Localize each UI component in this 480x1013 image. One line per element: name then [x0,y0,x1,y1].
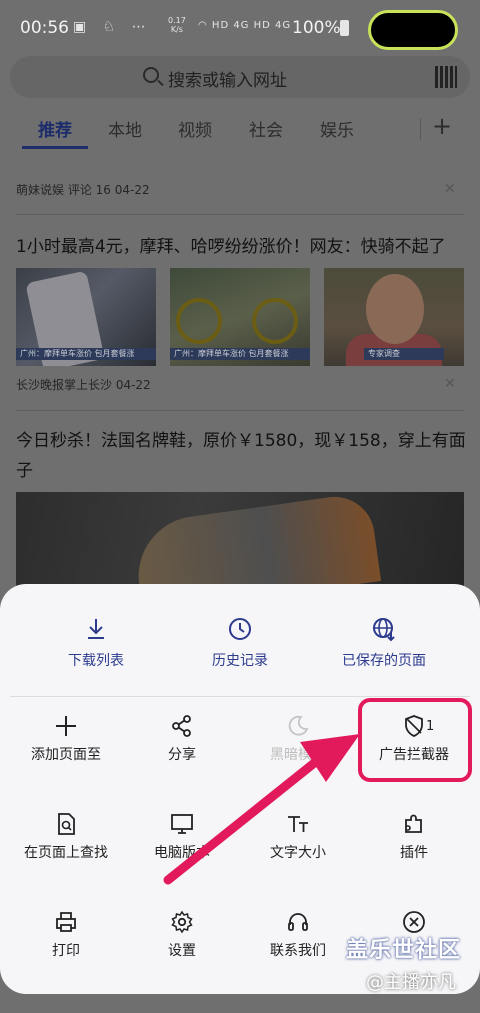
menu-divider [10,696,470,697]
contact-us-button[interactable]: 联系我们 [238,910,358,980]
moon-icon [288,715,309,736]
tab-recommend[interactable]: 推荐 [38,116,72,141]
battery-icon [340,20,349,36]
text-size-button[interactable]: 文字大小 [238,812,358,882]
tab-society[interactable]: 社会 [249,116,283,141]
status-time: 00:56 [20,18,69,38]
watermark-community: 盖乐世社区 [346,938,462,963]
history-clock-icon [229,618,251,640]
news-thumbnail[interactable]: 广州：摩拜单车涨价 包月套餐涨 [170,268,310,366]
news-thumbnail[interactable]: 专家调查 [324,268,464,366]
active-tab-indicator [22,146,88,149]
search-placeholder: 搜索或输入网址 [168,71,287,91]
feed-headline[interactable]: 1小时最高4元，摩拜、哈啰纷纷涨价！网友：快骑不起了 [16,232,468,262]
watermark-author: @主播亦凡 [366,972,456,993]
downloads-button[interactable]: 下载列表 [16,616,176,670]
feed-meta: 长沙晚报掌上长沙 04-22 [16,378,151,392]
camera-cutout [368,10,458,50]
battery-percent: 100% [292,18,341,38]
plugins-button[interactable]: 插件 [354,812,474,882]
tab-local[interactable]: 本地 [108,116,142,141]
share-icon [172,715,191,737]
search-icon [143,67,159,83]
dismiss-icon[interactable]: ✕ [444,376,456,392]
plus-icon [56,716,76,736]
find-in-page-icon [58,813,75,835]
history-button[interactable]: 历史记录 [160,616,320,670]
feed-divider [16,410,464,411]
tab-entertainment[interactable]: 娱乐 [320,116,354,141]
notification-icons: ▣ ♘ ⋯ [73,19,152,35]
gear-icon [171,910,193,934]
desktop-version-button[interactable]: 电脑版本 [122,812,242,882]
ad-image[interactable] [16,492,464,592]
feed-meta: 萌妹说娱 评论 16 04-22 [16,183,150,197]
dark-mode-button[interactable]: 黑暗模式 [238,714,358,784]
signal-indicators: ◠ HD 4G HD 4G [198,20,292,31]
dismiss-icon[interactable]: ✕ [444,181,456,197]
menu-top-row: 下载列表 历史记录 已保存的页面 [0,584,480,696]
add-tab-icon[interactable]: + [432,112,452,140]
feed-headline[interactable]: 今日秒杀！法国名牌鞋，原价￥1580，现￥158，穿上有面子 [16,426,468,486]
printer-icon [56,912,76,932]
qr-scan-icon[interactable] [435,66,457,88]
category-tabs: 推荐 本地 视频 社会 娱乐 + [0,108,480,150]
annotation-highlight-box [358,698,472,782]
status-bar: 00:56 ▣ ♘ ⋯ 0.17 K/s ◠ HD 4G HD 4G 100% [0,0,480,58]
share-button[interactable]: 分享 [122,714,242,784]
saved-pages-button[interactable]: 已保存的页面 [304,616,464,670]
download-icon [88,619,104,639]
feed-divider [16,214,464,215]
saved-pages-globe-icon [373,618,395,642]
find-in-page-button[interactable]: 在页面上查找 [6,812,126,882]
print-button[interactable]: 打印 [6,910,126,980]
text-size-icon [288,816,308,832]
settings-button[interactable]: 设置 [122,910,242,980]
tab-separator [420,118,421,140]
net-speed: 0.17 K/s [168,16,186,34]
address-bar[interactable]: 搜索或输入网址 [10,56,470,98]
desktop-icon [171,814,193,834]
headset-icon [288,913,308,931]
add-page-to-button[interactable]: 添加页面至 [6,714,126,784]
close-circle-icon [403,911,425,933]
wifi-icon: ◠ [198,20,208,31]
tab-video[interactable]: 视频 [178,116,212,141]
news-thumbnail[interactable]: 广州：摩拜单车涨价 包月套餐涨 [16,268,156,366]
puzzle-icon [405,814,422,833]
